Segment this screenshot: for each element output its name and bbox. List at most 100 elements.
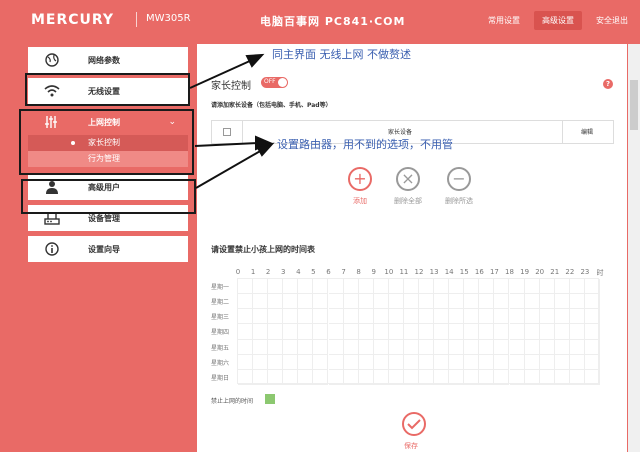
schedule-cell[interactable] xyxy=(283,324,299,340)
schedule-cell[interactable] xyxy=(328,339,344,355)
schedule-cell[interactable] xyxy=(283,354,299,370)
schedule-cell[interactable] xyxy=(238,309,254,325)
schedule-cell[interactable] xyxy=(268,294,284,310)
schedule-cell[interactable] xyxy=(238,294,254,310)
schedule-cell[interactable] xyxy=(358,354,374,370)
schedule-cell[interactable] xyxy=(584,369,600,385)
schedule-cell[interactable] xyxy=(403,324,419,340)
schedule-cell[interactable] xyxy=(403,294,419,310)
schedule-cell[interactable] xyxy=(494,279,510,295)
schedule-cell[interactable] xyxy=(388,279,404,295)
select-all-checkbox[interactable] xyxy=(223,128,231,136)
schedule-cell[interactable] xyxy=(509,309,525,325)
schedule-cell[interactable] xyxy=(373,309,389,325)
delete-selected-button[interactable]: − 删除所选 xyxy=(429,167,489,206)
schedule-cell[interactable] xyxy=(509,294,525,310)
schedule-cell[interactable] xyxy=(569,279,585,295)
schedule-cell[interactable] xyxy=(343,369,359,385)
schedule-cell[interactable] xyxy=(434,339,450,355)
schedule-cell[interactable] xyxy=(238,354,254,370)
schedule-cell[interactable] xyxy=(313,309,329,325)
schedule-cell[interactable] xyxy=(328,309,344,325)
schedule-cell[interactable] xyxy=(388,309,404,325)
schedule-cell[interactable] xyxy=(479,369,495,385)
schedule-cell[interactable] xyxy=(238,339,254,355)
scrollbar-thumb[interactable] xyxy=(630,80,638,130)
schedule-cell[interactable] xyxy=(253,294,269,310)
schedule-cell[interactable] xyxy=(388,294,404,310)
schedule-cell[interactable] xyxy=(434,309,450,325)
schedule-cell[interactable] xyxy=(539,354,555,370)
schedule-cell[interactable] xyxy=(524,279,540,295)
schedule-cell[interactable] xyxy=(539,369,555,385)
schedule-cell[interactable] xyxy=(449,369,465,385)
schedule-cell[interactable] xyxy=(298,294,314,310)
schedule-cell[interactable] xyxy=(509,279,525,295)
schedule-cell[interactable] xyxy=(373,324,389,340)
tab-logout[interactable]: 安全退出 xyxy=(588,11,636,30)
schedule-cell[interactable] xyxy=(494,309,510,325)
schedule-cell[interactable] xyxy=(403,309,419,325)
schedule-cell[interactable] xyxy=(494,339,510,355)
schedule-cell[interactable] xyxy=(449,339,465,355)
schedule-cell[interactable] xyxy=(298,309,314,325)
schedule-cell[interactable] xyxy=(434,294,450,310)
schedule-cell[interactable] xyxy=(584,309,600,325)
schedule-cell[interactable] xyxy=(253,339,269,355)
schedule-cell[interactable] xyxy=(358,339,374,355)
schedule-cell[interactable] xyxy=(358,279,374,295)
schedule-cell[interactable] xyxy=(539,309,555,325)
schedule-cell[interactable] xyxy=(253,369,269,385)
schedule-cell[interactable] xyxy=(524,309,540,325)
schedule-cell[interactable] xyxy=(569,354,585,370)
schedule-cell[interactable] xyxy=(479,279,495,295)
schedule-cell[interactable] xyxy=(434,279,450,295)
schedule-cell[interactable] xyxy=(464,324,480,340)
schedule-cell[interactable] xyxy=(419,309,435,325)
schedule-cell[interactable] xyxy=(554,279,570,295)
schedule-cell[interactable] xyxy=(253,354,269,370)
schedule-cell[interactable] xyxy=(449,324,465,340)
schedule-cell[interactable] xyxy=(464,354,480,370)
schedule-cell[interactable] xyxy=(569,339,585,355)
schedule-cell[interactable] xyxy=(313,369,329,385)
schedule-cell[interactable] xyxy=(268,309,284,325)
schedule-cell[interactable] xyxy=(268,324,284,340)
schedule-cell[interactable] xyxy=(373,339,389,355)
schedule-cell[interactable] xyxy=(313,294,329,310)
schedule-cell[interactable] xyxy=(434,369,450,385)
schedule-cell[interactable] xyxy=(449,279,465,295)
schedule-cell[interactable] xyxy=(449,294,465,310)
schedule-cell[interactable] xyxy=(554,309,570,325)
schedule-cell[interactable] xyxy=(509,354,525,370)
schedule-cell[interactable] xyxy=(449,309,465,325)
schedule-cell[interactable] xyxy=(569,294,585,310)
schedule-cell[interactable] xyxy=(479,294,495,310)
schedule-cell[interactable] xyxy=(238,279,254,295)
schedule-cell[interactable] xyxy=(539,339,555,355)
schedule-cell[interactable] xyxy=(283,294,299,310)
schedule-cell[interactable] xyxy=(419,354,435,370)
schedule-cell[interactable] xyxy=(358,369,374,385)
schedule-cell[interactable] xyxy=(554,294,570,310)
schedule-cell[interactable] xyxy=(298,279,314,295)
schedule-cell[interactable] xyxy=(283,309,299,325)
schedule-cell[interactable] xyxy=(268,339,284,355)
schedule-cell[interactable] xyxy=(509,339,525,355)
schedule-cell[interactable] xyxy=(343,309,359,325)
schedule-cell[interactable] xyxy=(298,324,314,340)
schedule-cell[interactable] xyxy=(464,294,480,310)
schedule-grid[interactable] xyxy=(237,278,600,385)
schedule-cell[interactable] xyxy=(358,309,374,325)
schedule-cell[interactable] xyxy=(373,294,389,310)
schedule-cell[interactable] xyxy=(328,324,344,340)
schedule-cell[interactable] xyxy=(554,339,570,355)
schedule-cell[interactable] xyxy=(328,279,344,295)
schedule-cell[interactable] xyxy=(554,369,570,385)
schedule-cell[interactable] xyxy=(403,279,419,295)
sidebar-item-network[interactable]: 网络参数 xyxy=(28,47,188,73)
schedule-cell[interactable] xyxy=(494,369,510,385)
schedule-cell[interactable] xyxy=(328,369,344,385)
schedule-cell[interactable] xyxy=(569,324,585,340)
schedule-cell[interactable] xyxy=(464,279,480,295)
